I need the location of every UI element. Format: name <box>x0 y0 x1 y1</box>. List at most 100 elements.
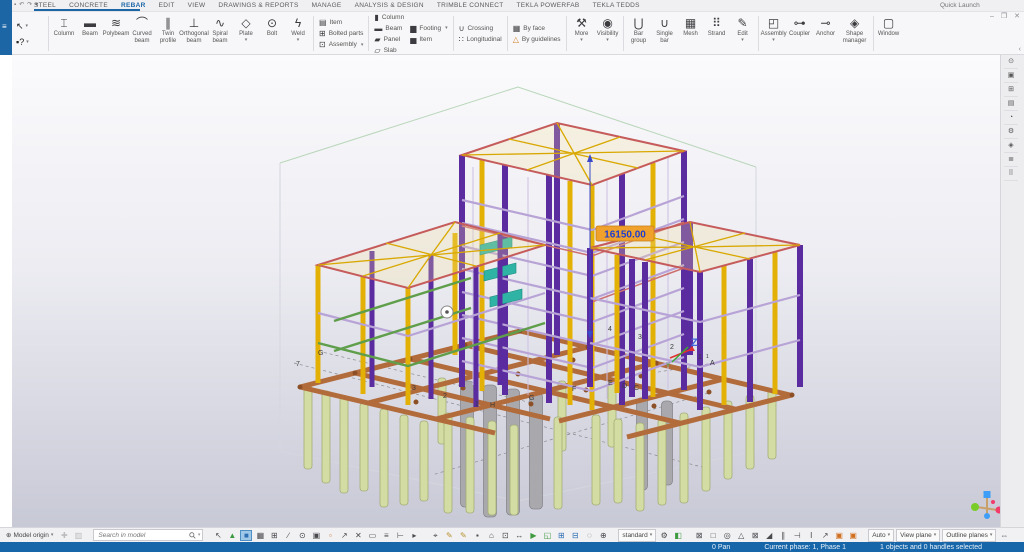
ribbon-orthogonal-beam-button[interactable]: ⊥Orthogonal beam <box>181 13 207 54</box>
ribbon-slab-button[interactable]: ▱Slab <box>374 46 404 55</box>
ribbon-bar-group-button[interactable]: ⋃Bar group <box>626 13 652 54</box>
tab-drawings-reports[interactable]: DRAWINGS & REPORTS <box>218 2 298 9</box>
snap-switch-5[interactable]: ⌂ <box>485 530 497 541</box>
snap-switch-6[interactable]: ⊡ <box>499 530 511 541</box>
selection-switch-6[interactable]: ∕ <box>282 530 294 541</box>
tab-rebar[interactable]: REBAR <box>121 2 146 9</box>
ribbon-mesh-button[interactable]: ▦Mesh <box>678 13 704 54</box>
auto-dropdown[interactable]: Auto ▾ <box>868 529 894 542</box>
selection-switch-13[interactable]: ≡ <box>380 530 392 541</box>
layouts-icon[interactable]: ⠿ <box>1004 167 1018 181</box>
tab-tekla-tedds[interactable]: TEKLA TEDDS <box>593 2 640 9</box>
view-switch-12[interactable]: ▣ <box>847 530 859 541</box>
snap-switch-4[interactable]: ▪ <box>471 530 483 541</box>
quick-launch-box[interactable] <box>938 1 1010 10</box>
selection-switch-1[interactable]: ↖ <box>212 530 224 541</box>
selection-switch-3[interactable]: ■ <box>240 530 252 541</box>
snap-switch-13[interactable]: ⊕ <box>597 530 609 541</box>
view-switch-5[interactable]: ⊠ <box>749 530 761 541</box>
snap-switch-9[interactable]: ◱ <box>541 530 553 541</box>
restore-icon[interactable]: ❐ <box>1001 13 1007 21</box>
search-options-icon[interactable]: ▾ <box>198 532 201 538</box>
view-switch-10[interactable]: ↗ <box>819 530 831 541</box>
pager-icon[interactable]: ⇔ <box>998 530 1010 541</box>
undo-icon[interactable]: ↶ <box>19 0 24 11</box>
model-viewport[interactable]: 16150.00 G 7 3 2 1 H G F E D C 4 3 2 1 Z… <box>12 55 1000 527</box>
ribbon-spiral-beam-button[interactable]: ∿Spiral beam <box>207 13 233 54</box>
quick-launch-input[interactable] <box>938 1 1024 10</box>
close-icon[interactable]: ✕ <box>1014 13 1020 21</box>
ribbon-plate-button[interactable]: ◇Plate▾ <box>233 13 259 54</box>
tab-steel[interactable]: STEEL <box>34 2 56 9</box>
ribbon-edit-button[interactable]: ✎Edit▾ <box>730 13 756 54</box>
ribbon-anchor-button[interactable]: ⊸Anchor <box>813 13 839 54</box>
gear-icon[interactable]: ⚙ <box>658 530 670 541</box>
snap-switch-1[interactable]: ⌖ <box>429 530 441 541</box>
view-switch-3[interactable]: ◎ <box>721 530 733 541</box>
tab-concrete[interactable]: CONCRETE <box>69 2 108 9</box>
model-origin-dropdown[interactable]: ⊕ Model origin ▾ <box>3 530 56 541</box>
snap-switch-11[interactable]: ⊟ <box>569 530 581 541</box>
tasks-icon[interactable]: ≣ <box>1004 153 1018 167</box>
ribbon-assembly-button[interactable]: ⊡Assembly▾ <box>319 40 363 49</box>
components-icon[interactable]: ▣ <box>1004 69 1018 83</box>
reference-models-icon[interactable]: ◔ <box>1004 111 1018 125</box>
select-pointer-button[interactable]: ↖▾ <box>16 21 46 32</box>
ribbon-concrete-item-button[interactable]: ▅Item <box>410 35 447 44</box>
tab-analysis-design[interactable]: ANALYSIS & DESIGN <box>355 2 424 9</box>
snap-switch-2[interactable]: ✎ <box>443 530 455 541</box>
view-switch-7[interactable]: ∥ <box>777 530 789 541</box>
snap-switch-7[interactable]: ↔ <box>513 530 525 541</box>
snap-switch-3[interactable]: ✎ <box>457 530 469 541</box>
ribbon-by-guidelines-button[interactable]: △By guidelines <box>513 35 561 44</box>
ribbon-window-button[interactable]: ▢Window <box>876 13 902 54</box>
properties-icon[interactable]: ⊙ <box>1004 55 1018 69</box>
ribbon-visibility-button[interactable]: ◉Visibility▾ <box>595 13 621 54</box>
model-view-canvas[interactable]: 16150.00 G 7 3 2 1 H G F E D C 4 3 2 1 Z… <box>12 55 1000 527</box>
ribbon-crossing-button[interactable]: ∪Crossing <box>459 24 502 33</box>
ribbon-shape-manager-button[interactable]: ◈Shape manager <box>839 13 871 54</box>
snap-settings-dropdown[interactable]: standard ▾ <box>618 529 656 542</box>
ribbon-coupler-button[interactable]: ⊶Coupler <box>787 13 813 54</box>
view-switch-8[interactable]: ⊣ <box>791 530 803 541</box>
hamburger-menu-icon[interactable]: ≡ <box>2 22 7 31</box>
snap-switch-12[interactable]: ◌ <box>583 530 595 541</box>
ribbon-strand-button[interactable]: ⠿Strand <box>704 13 730 54</box>
view-switch-4[interactable]: △ <box>735 530 747 541</box>
ribbon-rebar-assembly-button[interactable]: ◰Assembly▾ <box>761 13 787 54</box>
ribbon-weld-button[interactable]: ϟWeld▾ <box>285 13 311 54</box>
selection-switch-9[interactable]: ▫ <box>324 530 336 541</box>
ribbon-curved-beam-button[interactable]: ⌒Curved beam <box>129 13 155 54</box>
selection-switch-14[interactable]: ⊢ <box>394 530 406 541</box>
ribbon-more-button[interactable]: ⚒More▾ <box>569 13 595 54</box>
ribbon-column-button[interactable]: ⌶Column <box>51 13 77 54</box>
selection-switch-12[interactable]: ▭ <box>366 530 378 541</box>
selection-switch-10[interactable]: ↗ <box>338 530 350 541</box>
snap-switch-8[interactable]: ▶ <box>527 530 539 541</box>
selection-switch-5[interactable]: ⊞ <box>268 530 280 541</box>
organizer-icon[interactable]: ◈ <box>1004 139 1018 153</box>
view-switch-6[interactable]: ◢ <box>763 530 775 541</box>
selection-switch-11[interactable]: ✕ <box>352 530 364 541</box>
tab-trimble-connect[interactable]: TRIMBLE CONNECT <box>437 2 504 9</box>
selection-switch-8[interactable]: ▣ <box>310 530 322 541</box>
ribbon-longitudinal-button[interactable]: ∷Longitudinal <box>459 35 502 44</box>
save-icon[interactable]: ▪ <box>14 0 16 11</box>
ribbon-beam-button[interactable]: ▬Beam <box>77 13 103 54</box>
ribbon-twin-profile-button[interactable]: ∥Twin profile <box>155 13 181 54</box>
tab-view[interactable]: VIEW <box>188 2 206 9</box>
redo-icon[interactable]: ↷ <box>27 0 32 11</box>
view-switch-1[interactable]: ⊠ <box>693 530 705 541</box>
ribbon-polybeam-button[interactable]: ≋Polybeam <box>103 13 129 54</box>
model-search-input[interactable] <box>96 531 186 540</box>
selection-switch-2[interactable]: ▲ <box>226 530 238 541</box>
ribbon-item-button[interactable]: ▤Item <box>319 18 363 27</box>
select-filter-button[interactable]: ▪?▾ <box>16 37 46 47</box>
selection-switch-4[interactable]: ▦ <box>254 530 266 541</box>
outline-planes-dropdown[interactable]: Outline planes ▾ <box>942 529 996 542</box>
add-origin-button[interactable]: ✚ <box>58 530 70 541</box>
selection-switch-7[interactable]: ⊙ <box>296 530 308 541</box>
ribbon-collapse-icon[interactable]: ‹ <box>1019 46 1021 53</box>
tab-manage[interactable]: MANAGE <box>312 2 342 9</box>
tab-tekla-powerfab[interactable]: TEKLA POWERFAB <box>516 2 579 9</box>
